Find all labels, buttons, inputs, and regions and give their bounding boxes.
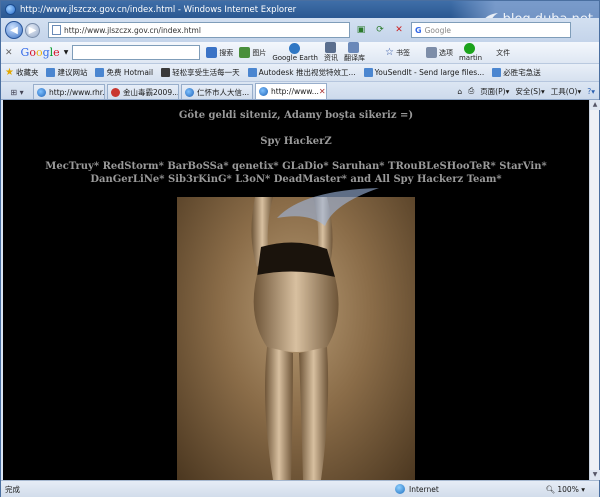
status-dot-icon bbox=[464, 43, 476, 54]
window-title: http://www.jlszczx.gov.cn/index.html - W… bbox=[20, 4, 297, 15]
status-bar: 完成 Internet 🔍︎ 100% ▾ bbox=[1, 480, 599, 497]
member-list: MecTruy* RedStorm* BarBoSSa* qenetix* GL… bbox=[45, 161, 547, 185]
browser-window: http://www.jlszczx.gov.cn/index.html - W… bbox=[0, 0, 600, 497]
defacement-message: Göte geldi siteniz, Adamy boşta sikeriz … bbox=[178, 110, 414, 121]
forward-button[interactable]: ▶ bbox=[25, 22, 40, 38]
favorites-button[interactable]: 收藏夹 bbox=[16, 67, 39, 78]
address-row: ◀ ▶ http://www.jlszczx.gov.cn/index.html… bbox=[1, 18, 599, 42]
search-button[interactable]: 搜索 bbox=[206, 47, 233, 58]
ie-page-icon bbox=[259, 87, 268, 96]
ie-page-icon bbox=[247, 68, 257, 77]
safety-menu[interactable]: 安全(S) ▾ bbox=[515, 86, 544, 97]
bookmark-star-icon: ☆ bbox=[385, 47, 394, 58]
vertical-scrollbar[interactable]: ▲ ▼ bbox=[589, 100, 600, 480]
command-bar: ⌂ ⎙ 页面(P) ▾ 安全(S) ▾ 工具(O) ▾ ?▾ bbox=[451, 83, 599, 99]
wrench-icon bbox=[425, 47, 437, 58]
tab-4-active[interactable]: http://www... ✕ bbox=[255, 83, 327, 99]
favorites-item[interactable]: Autodesk 推出视觉特效工... bbox=[247, 67, 356, 78]
options-button[interactable]: 选项 bbox=[425, 47, 453, 58]
ie-page-icon bbox=[185, 87, 194, 97]
close-toolbar-icon[interactable]: ✕ bbox=[5, 48, 13, 58]
favorites-item[interactable]: YouSendIt - Send large files... bbox=[363, 68, 484, 77]
ie-page-icon bbox=[46, 68, 56, 77]
scroll-down-icon[interactable]: ▼ bbox=[590, 470, 600, 480]
ie-page-icon bbox=[95, 68, 105, 77]
page-menu[interactable]: 页面(P) ▾ bbox=[480, 86, 509, 97]
translate-button[interactable]: 翻译库 bbox=[344, 42, 365, 63]
favorites-star-icon[interactable]: ★ bbox=[5, 67, 14, 78]
google-toolbar: ✕ Google ▼ 搜索 图片 Google Earth 资讯 翻译库 ☆ 书签… bbox=[1, 42, 599, 64]
address-bar[interactable]: http://www.jlszczx.gov.cn/index.html bbox=[48, 22, 350, 38]
google-earth-button[interactable]: Google Earth bbox=[272, 43, 318, 62]
ie-page-icon bbox=[492, 68, 502, 77]
ie-page-icon bbox=[111, 87, 120, 97]
ie-icon bbox=[5, 4, 16, 15]
group-name: Spy HackerZ bbox=[260, 136, 332, 147]
status-text: 完成 bbox=[5, 484, 20, 494]
zoom-level[interactable]: 🔍︎ 100% ▾ bbox=[545, 485, 585, 494]
google-logo: Google bbox=[20, 46, 60, 59]
favorites-item[interactable]: 建议网站 bbox=[46, 67, 87, 78]
tab-bar: ⊞ ▾ http://www.rhr... 金山毒霸2009... 仁怀市人大信… bbox=[1, 82, 599, 100]
globe-icon bbox=[395, 484, 405, 494]
account-button[interactable]: martin bbox=[459, 43, 482, 62]
bookmarks-button[interactable]: ☆ 书签 bbox=[385, 47, 410, 58]
ie-page-icon bbox=[37, 87, 46, 97]
images-button[interactable]: 图片 bbox=[239, 47, 266, 58]
image-icon bbox=[239, 47, 251, 58]
dropdown-icon[interactable]: ▼ bbox=[64, 49, 69, 56]
google-search-input[interactable] bbox=[72, 45, 201, 60]
home-icon[interactable]: ⌂ bbox=[457, 87, 462, 96]
quick-tabs-icon[interactable]: ⊞ ▾ bbox=[5, 85, 29, 99]
page-photo bbox=[177, 197, 415, 480]
tab-3[interactable]: 仁怀市人大信... bbox=[181, 84, 253, 99]
translate-icon bbox=[348, 42, 359, 53]
search-placeholder: Google bbox=[424, 25, 452, 35]
search-box[interactable]: G Google bbox=[411, 22, 571, 38]
compat-view-icon[interactable]: ▣ bbox=[353, 22, 369, 38]
google-search-icon: G bbox=[415, 25, 422, 35]
favorites-bar: ★ 收藏夹 建议网站 免费 Hotmail 轻松享受生活每一天 Autodesk… bbox=[1, 64, 599, 82]
favorites-item[interactable]: 轻松享受生活每一天 bbox=[161, 67, 240, 78]
search-icon bbox=[206, 47, 218, 58]
globe-icon bbox=[288, 43, 300, 54]
zoom-icon: 🔍︎ bbox=[545, 484, 558, 494]
tab-1[interactable]: http://www.rhr... bbox=[33, 84, 105, 99]
tab-2[interactable]: 金山毒霸2009... bbox=[107, 84, 179, 99]
back-button[interactable]: ◀ bbox=[5, 21, 23, 39]
print-icon[interactable]: ⎙ bbox=[468, 86, 474, 96]
address-url: http://www.jlszczx.gov.cn/index.html bbox=[64, 25, 201, 35]
tools-menu[interactable]: 工具(O) ▾ bbox=[551, 86, 582, 97]
help-icon[interactable]: ?▾ bbox=[587, 87, 595, 96]
ie-page-icon bbox=[363, 68, 373, 77]
ie-page-icon bbox=[161, 68, 171, 77]
photo-figure bbox=[251, 197, 339, 480]
page-icon bbox=[52, 25, 61, 35]
news-button[interactable]: 资讯 bbox=[324, 42, 338, 63]
security-zone: Internet bbox=[395, 484, 505, 494]
favorites-item[interactable]: 必胜宅急送 bbox=[492, 67, 541, 78]
favorites-item[interactable]: 免费 Hotmail bbox=[95, 67, 153, 78]
page-content: Göte geldi siteniz, Adamy boşta sikeriz … bbox=[3, 100, 589, 480]
scroll-up-icon[interactable]: ▲ bbox=[590, 100, 600, 110]
refresh-icon[interactable]: ⟳ bbox=[372, 22, 388, 38]
close-tab-icon[interactable]: ✕ bbox=[319, 87, 326, 96]
news-icon bbox=[324, 42, 336, 53]
file-menu[interactable]: 文件 bbox=[496, 48, 510, 58]
watermark-logo-icon bbox=[277, 188, 379, 226]
stop-icon[interactable]: ✕ bbox=[391, 22, 407, 38]
